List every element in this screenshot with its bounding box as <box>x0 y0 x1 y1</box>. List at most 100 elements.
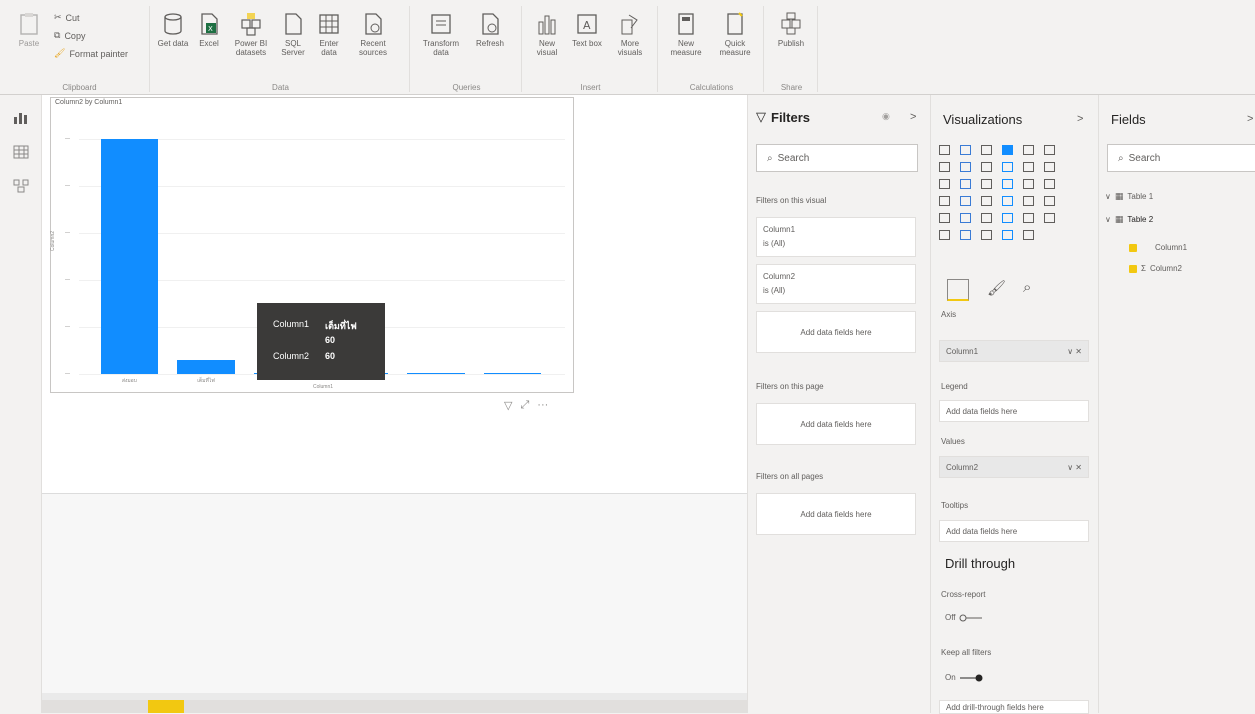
kpi-icon[interactable] <box>939 213 950 223</box>
axis-well[interactable]: Column1 ∨ ✕ <box>939 340 1089 362</box>
more-visuals-button[interactable]: More visuals <box>610 12 650 57</box>
add-visual-filter-well[interactable]: Add data fields here <box>756 311 916 353</box>
more-icon[interactable] <box>1023 230 1034 240</box>
shape-map-icon[interactable] <box>981 196 992 206</box>
focus-mode-icon[interactable]: ⤢ <box>520 399 529 412</box>
remove-axis-field-icon[interactable]: ∨ ✕ <box>1067 347 1082 356</box>
keep-all-filters-toggle[interactable]: On <box>945 673 983 682</box>
line-column-icon[interactable] <box>1002 162 1013 172</box>
collapse-fields-icon[interactable]: > <box>1247 113 1253 125</box>
column-chart-visual[interactable]: Column2 by Column1 Column2 Column1 — — — — —… <box>50 97 574 393</box>
field-column2[interactable]: Σ Column2 <box>1129 264 1182 273</box>
waterfall-icon[interactable] <box>939 179 950 189</box>
filter-card-column2[interactable]: Column2 is (All) <box>756 264 916 304</box>
sql-server-button[interactable]: SQL Server <box>276 12 310 57</box>
stacked-area-icon[interactable] <box>981 162 992 172</box>
power-bi-datasets-label: Power BI datasets <box>234 39 268 57</box>
model-view-icon[interactable] <box>13 179 29 193</box>
checkbox-checked-icon[interactable] <box>1129 243 1137 252</box>
table1-label: Table 1 <box>1127 192 1154 201</box>
enter-data-button[interactable]: Enter data <box>312 12 346 57</box>
quick-measure-button[interactable]: Quick measure <box>712 12 758 57</box>
chart-bar[interactable] <box>100 139 159 374</box>
donut-icon[interactable] <box>1023 179 1034 189</box>
analytics-tab-icon[interactable]: ⌕ <box>1023 279 1031 296</box>
excel-button[interactable]: X Excel <box>192 12 226 48</box>
python-visual-icon[interactable] <box>1023 213 1034 223</box>
key-influencers-icon[interactable] <box>1044 213 1055 223</box>
eye-icon[interactable]: ◉ <box>882 111 890 122</box>
add-all-pages-filter-well[interactable]: Add data fields here <box>756 493 916 535</box>
ribbon-icon[interactable] <box>1044 162 1055 172</box>
map-icon[interactable] <box>939 196 950 206</box>
smart-narrative-icon[interactable] <box>981 230 992 240</box>
power-bi-datasets-button[interactable]: Power BI datasets <box>230 12 272 57</box>
collapse-filters-icon[interactable]: > <box>910 111 916 123</box>
report-view-icon[interactable] <box>13 111 29 125</box>
r-visual-icon[interactable] <box>1002 213 1013 223</box>
area-icon[interactable] <box>960 162 971 172</box>
pie-icon[interactable] <box>1002 179 1013 189</box>
tooltips-well[interactable]: Add data fields here <box>939 520 1089 542</box>
cross-report-toggle[interactable]: Off <box>945 613 983 622</box>
100-column-icon[interactable] <box>1044 145 1055 155</box>
multirow-card-icon[interactable] <box>1044 196 1055 206</box>
scatter-icon[interactable] <box>981 179 992 189</box>
filled-map-icon[interactable] <box>960 196 971 206</box>
more-options-icon[interactable]: ··· <box>537 399 548 412</box>
card-icon[interactable] <box>1023 196 1034 206</box>
filter-card-column1-name: Column1 <box>763 225 796 234</box>
get-data-button[interactable]: Get data <box>156 12 190 48</box>
table2-node[interactable]: ∨ ▦ Table 2 <box>1105 214 1153 225</box>
stacked-column-icon[interactable] <box>960 145 971 155</box>
chart-bar[interactable] <box>483 373 542 374</box>
table-icon[interactable] <box>981 213 992 223</box>
treemap-icon[interactable] <box>1044 179 1055 189</box>
refresh-button[interactable]: Refresh <box>470 12 510 48</box>
format-tab-icon[interactable]: 🖌 <box>987 279 1006 297</box>
clustered-bar-icon[interactable] <box>981 145 992 155</box>
table1-node[interactable]: ∨ ▦ Table 1 <box>1105 191 1153 202</box>
remove-values-field-icon[interactable]: ∨ ✕ <box>1067 463 1082 472</box>
funnel-icon[interactable] <box>960 179 971 189</box>
paginated-icon[interactable] <box>1002 230 1013 240</box>
recent-sources-button[interactable]: Recent sources <box>350 12 396 57</box>
new-visual-button[interactable]: New visual <box>530 12 564 57</box>
add-page-filter-well[interactable]: Add data fields here <box>756 403 916 445</box>
cut-button[interactable]: ✂ Cut <box>54 12 80 23</box>
chart-bar[interactable] <box>177 359 235 374</box>
qa-icon[interactable] <box>960 230 971 240</box>
new-measure-button[interactable]: New measure <box>664 12 708 57</box>
gauge-icon[interactable] <box>1002 196 1013 206</box>
checkbox-checked-icon[interactable] <box>1129 264 1137 273</box>
legend-well[interactable]: Add data fields here <box>939 400 1089 422</box>
data-view-icon[interactable] <box>13 145 29 159</box>
ribbon: Paste ✂ Cut ⧉ Copy 🖌 Format painter Clip… <box>0 0 1255 95</box>
collapse-visualizations-icon[interactable]: > <box>1077 113 1083 125</box>
filters-search-input[interactable]: ⌕ Search <box>756 144 918 172</box>
paste-button[interactable]: Paste <box>12 12 46 48</box>
chart-bar[interactable] <box>407 373 465 374</box>
drill-through-well[interactable]: Add drill-through fields here <box>939 700 1089 714</box>
text-box-button[interactable]: A Text box <box>570 12 604 48</box>
slicer-icon[interactable] <box>960 213 971 223</box>
decomposition-tree-icon[interactable] <box>939 230 950 240</box>
fields-tab-icon[interactable] <box>947 279 969 301</box>
clustered-column-icon[interactable] <box>1002 145 1013 155</box>
filter-icon[interactable]: ▽ <box>504 399 512 412</box>
values-well[interactable]: Column2 ∨ ✕ <box>939 456 1089 478</box>
filter-card-column1[interactable]: Column1 is (All) <box>756 217 916 257</box>
publish-button[interactable]: Publish <box>774 12 808 48</box>
line-icon[interactable] <box>939 162 950 172</box>
fields-search-input[interactable]: ⌕ Search <box>1107 144 1255 172</box>
page-tab[interactable] <box>148 700 184 713</box>
field-column1-label: Column1 <box>1155 243 1188 252</box>
calculations-group-label: Calculations <box>689 83 734 92</box>
copy-button[interactable]: ⧉ Copy <box>54 30 85 41</box>
field-column1[interactable]: Column1 <box>1129 243 1187 252</box>
stacked-bar-icon[interactable] <box>939 145 950 155</box>
format-painter-button[interactable]: 🖌 Format painter <box>54 48 128 59</box>
transform-data-button[interactable]: Transform data <box>418 12 464 57</box>
100-bar-icon[interactable] <box>1023 145 1034 155</box>
line-clustered-icon[interactable] <box>1023 162 1034 172</box>
